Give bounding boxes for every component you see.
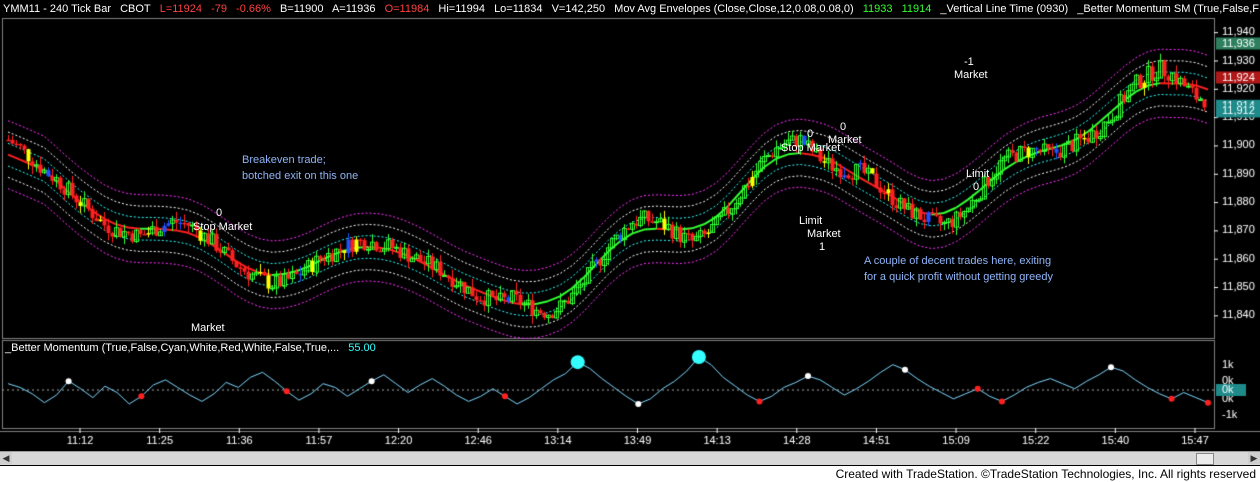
note-line: Breakeven trade; [242, 154, 326, 166]
order-type-label: Market [807, 228, 841, 240]
low-price: Lo=11834 [494, 3, 543, 15]
order-type-label: Stop Market [193, 221, 253, 233]
note-line: for a quick profit without getting greed… [864, 271, 1053, 283]
scrollbar-thumb[interactable] [1196, 453, 1214, 465]
ask-price: A=11936 [331, 3, 376, 15]
envelope-value-2: 11914 [901, 3, 932, 15]
order-type-label: Market [191, 322, 225, 334]
momentum-value: 55.00 [348, 342, 376, 354]
chart-header: YMM11 - 240 Tick Bar CBOT L=11924 -79 -0… [3, 3, 1260, 15]
envelope-label: Mov Avg Envelopes (Close,Close,12,0.08,0… [614, 3, 854, 15]
commentary-note: Breakeven trade; botched exit on this on… [242, 152, 358, 184]
bid-price: B=11900 [279, 3, 324, 15]
trade-qty-label: 0 [840, 121, 847, 133]
order-type-label: Market [954, 69, 988, 81]
net-change: -79 [211, 3, 227, 15]
scroll-left-icon[interactable]: ◀ [0, 452, 12, 464]
price-chart-canvas[interactable] [0, 0, 1260, 482]
last-price: L=11924 [159, 3, 203, 15]
trade-qty-label: 0 [807, 128, 814, 140]
momentum-label: _Better Momentum (True,False,Cyan,White,… [5, 342, 340, 354]
order-type-label: Limit [799, 215, 823, 227]
copyright-footer: Created with TradeStation. ©TradeStation… [835, 467, 1256, 481]
vertical-line-label: _Vertical Line Time (0930) [940, 3, 1069, 15]
trade-qty-label: 1 [819, 241, 826, 253]
envelope-value-1: 11933 [862, 3, 893, 15]
order-type-label: Market [828, 134, 862, 146]
scroll-right-icon[interactable]: ▶ [1248, 452, 1260, 464]
symbol-label: YMM11 - 240 Tick Bar [3, 3, 111, 15]
order-type-label: Limit [966, 168, 990, 180]
trade-qty-label: 0 [216, 207, 223, 219]
open-price: O=11984 [384, 3, 430, 15]
note-line: botched exit on this one [242, 170, 359, 182]
note-line: A couple of decent trades here, exiting [864, 255, 1052, 267]
trade-qty-label: 0 [973, 181, 980, 193]
pct-change: -0.66% [236, 3, 271, 15]
better-momentum-label: _Better Momentum SM (True,False,F [1077, 3, 1260, 15]
exchange-label: CBOT [120, 3, 151, 15]
horizontal-scrollbar[interactable]: ◀ ▶ [0, 451, 1260, 465]
commentary-note: A couple of decent trades here, exiting … [864, 253, 1053, 285]
volume: V=142,250 [551, 3, 606, 15]
trade-qty-label: -1 [964, 56, 974, 68]
subchart-header: _Better Momentum (True,False,Cyan,White,… [5, 342, 382, 354]
high-price: Hi=11994 [438, 3, 485, 15]
